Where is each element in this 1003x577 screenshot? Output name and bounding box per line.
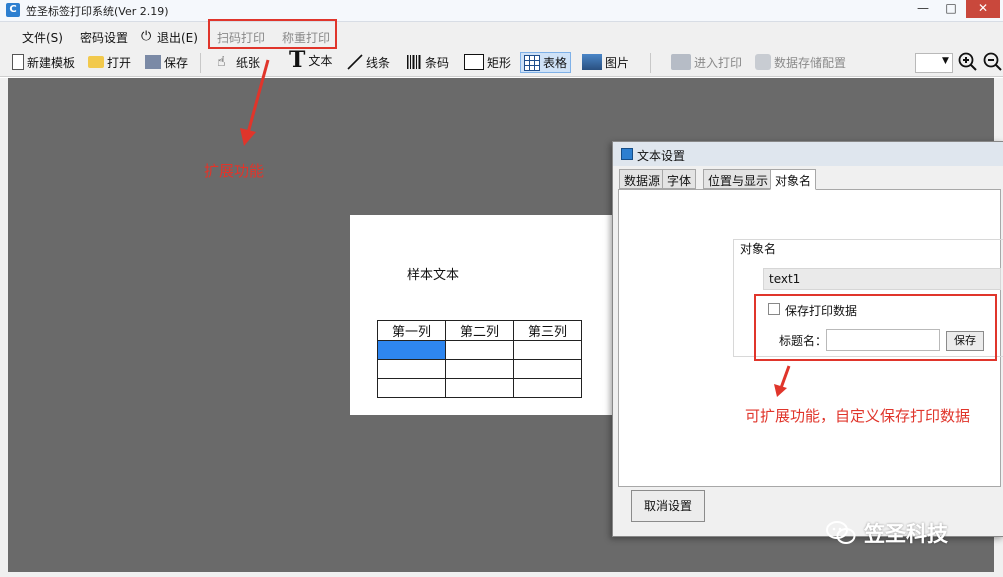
barcode-tool-button[interactable]: 条码	[406, 53, 449, 71]
menu-file[interactable]: 文件(S)	[22, 29, 63, 46]
save-file-button[interactable]: 保存	[145, 53, 188, 71]
barcode-icon	[407, 55, 421, 69]
annotation-arrow-icon	[774, 365, 791, 397]
sample-text-object[interactable]: 样本文本	[407, 264, 459, 283]
text-t-icon: T	[289, 47, 306, 73]
table-header-cell[interactable]: 第三列	[513, 320, 582, 341]
text-tool-label: 文本	[308, 53, 333, 68]
image-tool-button[interactable]: 图片	[582, 53, 629, 71]
table-cell-selected[interactable]	[377, 340, 446, 360]
dialog-title: 文本设置	[637, 149, 686, 163]
table-tool-label: 表格	[543, 56, 568, 70]
toolbar-separator	[200, 53, 201, 73]
save-icon	[145, 55, 161, 69]
tab-position-display[interactable]: 位置与显示	[703, 169, 774, 189]
line-tool-button[interactable]: 线条	[347, 53, 390, 71]
table-cell[interactable]	[513, 340, 582, 360]
table-row	[377, 359, 582, 379]
watermark: 笠圣科技	[826, 518, 996, 548]
label-table[interactable]: 第一列 第二列 第三列	[377, 320, 582, 398]
text-settings-dialog: 文本设置 数据源 字体 位置与显示 对象名 对象名 text1 保存打印数据 标…	[612, 141, 1003, 537]
table-grid-icon	[524, 54, 540, 71]
minimize-button[interactable]: —	[910, 0, 936, 18]
rect-tool-button[interactable]: 矩形	[464, 53, 511, 71]
picture-icon	[582, 54, 602, 70]
line-tool-label: 线条	[366, 55, 391, 70]
new-template-button[interactable]: 新建模板	[12, 53, 75, 71]
table-cell[interactable]	[513, 378, 582, 398]
table-cell[interactable]	[513, 359, 582, 379]
window-title: 笠圣标签打印系统(Ver 2.19)	[26, 5, 169, 18]
line-icon	[347, 54, 363, 70]
table-cell[interactable]	[445, 359, 514, 379]
dialog-window-icon	[621, 148, 633, 160]
table-cell[interactable]	[445, 340, 514, 360]
toolbar-separator	[650, 53, 651, 73]
tab-font[interactable]: 字体	[662, 169, 697, 189]
close-button[interactable]: ✕	[966, 0, 1000, 18]
annotation-arrow-icon	[240, 59, 270, 146]
hand-pointer-icon: ☝	[217, 54, 226, 70]
cancel-settings-button[interactable]: 取消设置	[631, 490, 705, 522]
image-tool-label: 图片	[605, 55, 630, 70]
wechat-logo-icon	[826, 521, 856, 544]
maximize-button[interactable]: □	[938, 0, 964, 18]
annotation-highlight-box	[208, 19, 337, 49]
table-row	[377, 340, 582, 360]
open-button[interactable]: 打开	[88, 53, 131, 71]
annotation-extend-text: 扩展功能	[204, 162, 265, 180]
menu-exit[interactable]: 退出(E)	[157, 29, 198, 46]
data-storage-button[interactable]: 数据存储配置	[755, 53, 846, 71]
rectangle-icon	[464, 54, 484, 70]
text-tool-button[interactable]: T 文本	[289, 47, 333, 73]
table-cell[interactable]	[445, 378, 514, 398]
rect-tool-label: 矩形	[487, 55, 512, 70]
table-header-cell[interactable]: 第一列	[377, 320, 446, 341]
power-icon: ⏻	[141, 29, 152, 44]
table-tool-button[interactable]: 表格	[520, 52, 572, 73]
table-header-cell[interactable]: 第二列	[445, 320, 514, 341]
table-header-row: 第一列 第二列 第三列	[377, 320, 582, 341]
group-label: 对象名	[737, 240, 780, 257]
app-logo-icon: C	[6, 3, 20, 17]
menu-password-settings[interactable]: 密码设置	[80, 29, 128, 46]
enter-print-label: 进入打印	[694, 55, 743, 70]
chevron-down-icon: ▼	[942, 56, 949, 66]
canvas-frame-bottom	[0, 572, 1003, 577]
table-row	[377, 378, 582, 398]
tab-object-name[interactable]: 对象名	[770, 169, 817, 190]
save-label: 保存	[164, 55, 189, 70]
canvas-frame-left	[0, 78, 8, 577]
zoom-select[interactable]: ▼	[915, 53, 953, 73]
barcode-tool-label: 条码	[425, 55, 450, 70]
printer-icon	[671, 54, 691, 70]
new-file-icon	[12, 54, 24, 70]
data-storage-label: 数据存储配置	[774, 55, 847, 70]
watermark-text: 笠圣科技	[864, 522, 948, 546]
annotation-highlight-box	[754, 294, 997, 361]
open-label: 打开	[107, 55, 132, 70]
database-icon	[755, 54, 771, 70]
zoom-in-icon[interactable]	[958, 52, 978, 72]
annotation-custom-text: 可扩展功能，自定义保存打印数据	[745, 407, 971, 425]
new-template-label: 新建模板	[27, 55, 76, 70]
table-cell[interactable]	[377, 359, 446, 379]
table-cell[interactable]	[377, 378, 446, 398]
tab-data-source[interactable]: 数据源	[619, 169, 666, 189]
enter-print-button[interactable]: 进入打印	[671, 53, 742, 71]
folder-icon	[88, 56, 104, 68]
zoom-out-icon[interactable]	[983, 52, 1003, 72]
object-name-field[interactable]: text1	[763, 268, 1001, 290]
